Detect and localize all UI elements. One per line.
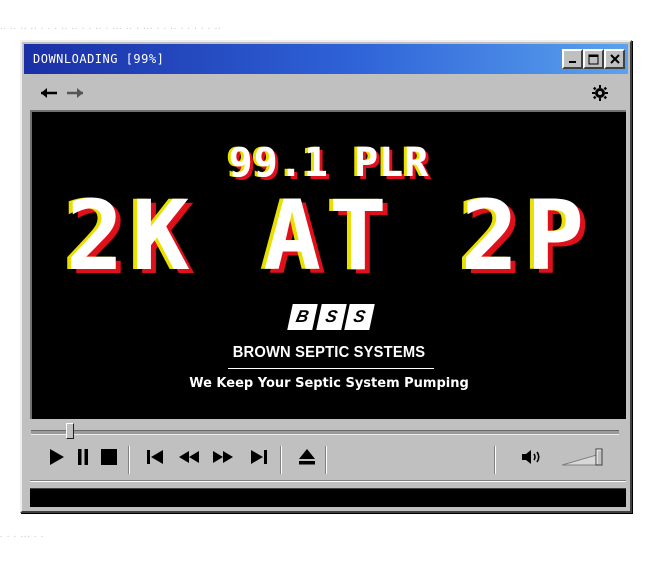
seek-bar[interactable] (31, 430, 619, 435)
window-title: DOWNLOADING [99%] (33, 52, 165, 66)
play-button[interactable] (44, 444, 70, 470)
close-button[interactable] (604, 49, 625, 69)
minimize-button[interactable] (562, 49, 583, 69)
company-name: BROWN SEPTIC SYSTEMS (232, 344, 426, 361)
divider (228, 368, 434, 369)
fast-forward-button[interactable] (210, 444, 236, 470)
bss-logo: B S S (287, 304, 375, 330)
separator (280, 446, 282, 474)
rewind-button[interactable] (176, 444, 202, 470)
eject-icon (299, 449, 315, 465)
fast-forward-icon (213, 451, 233, 463)
stop-button[interactable] (96, 444, 122, 470)
stop-icon (101, 449, 117, 465)
background-noise: • • • ••• • • (0, 534, 45, 539)
volume-ramp (561, 448, 603, 466)
skip-next-icon (251, 450, 267, 464)
video-screen[interactable]: 99.1 PLR 2K AT 2P B S S BROWN SEPTIC SYS… (30, 110, 626, 419)
logo-letter: S (315, 304, 347, 330)
close-icon (609, 54, 620, 64)
logo-letter: B (287, 304, 318, 330)
status-bar (30, 488, 626, 507)
rewind-icon (179, 451, 199, 463)
volume-slider[interactable] (561, 448, 606, 466)
gear-icon (592, 85, 608, 101)
company-tagline: We Keep Your Septic System Pumping (189, 376, 469, 391)
pause-icon (78, 449, 88, 465)
playback-controls (24, 440, 628, 476)
background-noise: •• •• •• •• • • • •• •• • • •• • ••• •• … (0, 26, 222, 31)
maximize-icon (588, 54, 599, 64)
separator (128, 446, 130, 474)
separator (325, 446, 327, 474)
nav-bar (24, 78, 628, 108)
pause-button[interactable] (70, 444, 96, 470)
next-button[interactable] (246, 444, 272, 470)
previous-button[interactable] (142, 444, 168, 470)
separator (494, 446, 496, 474)
logo-letter: S (344, 304, 375, 330)
arrow-left-icon (41, 88, 57, 98)
title-bar[interactable]: DOWNLOADING [99%] (24, 44, 628, 74)
back-button[interactable] (38, 83, 60, 103)
seek-thumb[interactable] (65, 423, 74, 439)
maximize-button[interactable] (583, 49, 604, 69)
settings-button[interactable] (589, 83, 611, 103)
media-player-window: DOWNLOADING [99%] 99.1 PLR 2K AT 2P B S … (20, 40, 632, 513)
play-icon (50, 449, 64, 465)
divider (30, 480, 626, 482)
eject-button[interactable] (294, 444, 320, 470)
speaker-icon (522, 450, 540, 464)
forward-button[interactable] (64, 83, 86, 103)
mute-button[interactable] (519, 444, 545, 470)
arrow-right-icon (67, 88, 83, 98)
minimize-icon (568, 61, 576, 63)
time-slot-text: 2K AT 2P (65, 180, 593, 292)
skip-previous-icon (147, 450, 163, 464)
